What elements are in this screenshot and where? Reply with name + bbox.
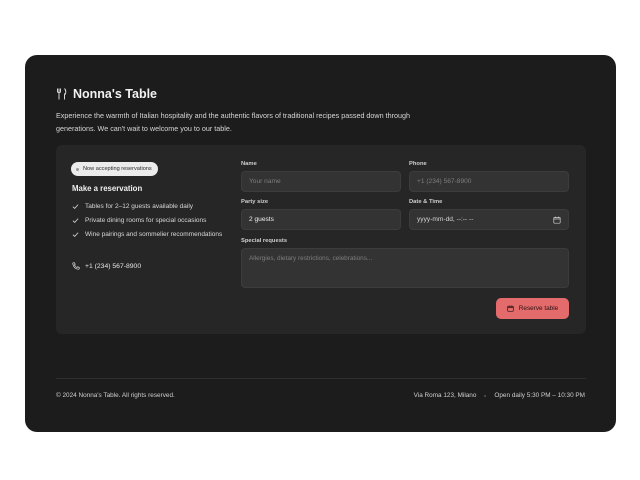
phone-input[interactable]: [409, 171, 569, 192]
fork-knife-icon: [57, 88, 67, 100]
party-size-label: Party size: [241, 199, 269, 205]
datetime-label: Date & Time: [409, 199, 443, 205]
phone-contact[interactable]: +1 (234) 567-8900: [72, 262, 141, 270]
party-size-value: 2 guests: [249, 216, 274, 223]
party-size-select[interactable]: 2 guests: [241, 209, 401, 230]
feature-text: Private dining rooms for special occasio…: [85, 217, 207, 224]
separator-dot: [484, 394, 487, 397]
status-dot-icon: [76, 167, 79, 171]
phone-label: Phone: [409, 161, 427, 167]
datetime-input[interactable]: yyyy-mm-dd, --:-- --: [409, 209, 569, 230]
reservation-title: Make a reservation: [72, 184, 143, 193]
opening-hours: Open daily 5:30 PM – 10:30 PM: [494, 392, 585, 399]
reservation-panel: Now accepting reservations Make a reserv…: [56, 145, 586, 334]
reserve-table-label: Reserve table: [518, 305, 559, 312]
feature-text: Wine pairings and sommelier recommendati…: [85, 231, 223, 238]
feature-list: Tables for 2–12 guests available daily P…: [72, 202, 232, 244]
footer-divider: [56, 378, 586, 379]
main-card: Nonna's Table Experience the warmth of I…: [25, 55, 616, 432]
special-requests-textarea[interactable]: [241, 248, 569, 288]
check-icon: [72, 204, 79, 209]
datetime-value: yyyy-mm-dd, --:-- --: [417, 216, 474, 223]
list-item: Wine pairings and sommelier recommendati…: [72, 230, 232, 239]
calendar-icon[interactable]: [553, 216, 561, 224]
intro-text: Experience the warmth of Italian hospita…: [56, 111, 410, 133]
feature-text: Tables for 2–12 guests available daily: [85, 203, 194, 210]
copyright: © 2024 Nonna's Table. All rights reserve…: [56, 392, 175, 399]
status-badge-label: Now accepting reservations: [83, 166, 152, 172]
brand: Nonna's Table: [56, 87, 157, 101]
reserve-table-button[interactable]: Reserve table: [496, 298, 569, 319]
special-requests-label: Special requests: [241, 238, 288, 244]
address: Via Roma 123, Milano: [413, 392, 477, 399]
phone-number[interactable]: +1 (234) 567-8900: [85, 263, 141, 270]
list-item: Private dining rooms for special occasio…: [72, 216, 232, 225]
check-icon: [72, 218, 79, 223]
page-title: Nonna's Table: [73, 87, 158, 101]
name-label: Name: [241, 161, 257, 167]
phone-icon: [72, 262, 80, 270]
name-input[interactable]: [241, 171, 401, 192]
status-badge: Now accepting reservations: [71, 162, 158, 176]
check-icon: [72, 232, 79, 237]
calendar-icon: [507, 305, 514, 312]
footer-info: Via Roma 123, Milano Open daily 5:30 PM …: [414, 392, 585, 399]
list-item: Tables for 2–12 guests available daily: [72, 202, 232, 211]
